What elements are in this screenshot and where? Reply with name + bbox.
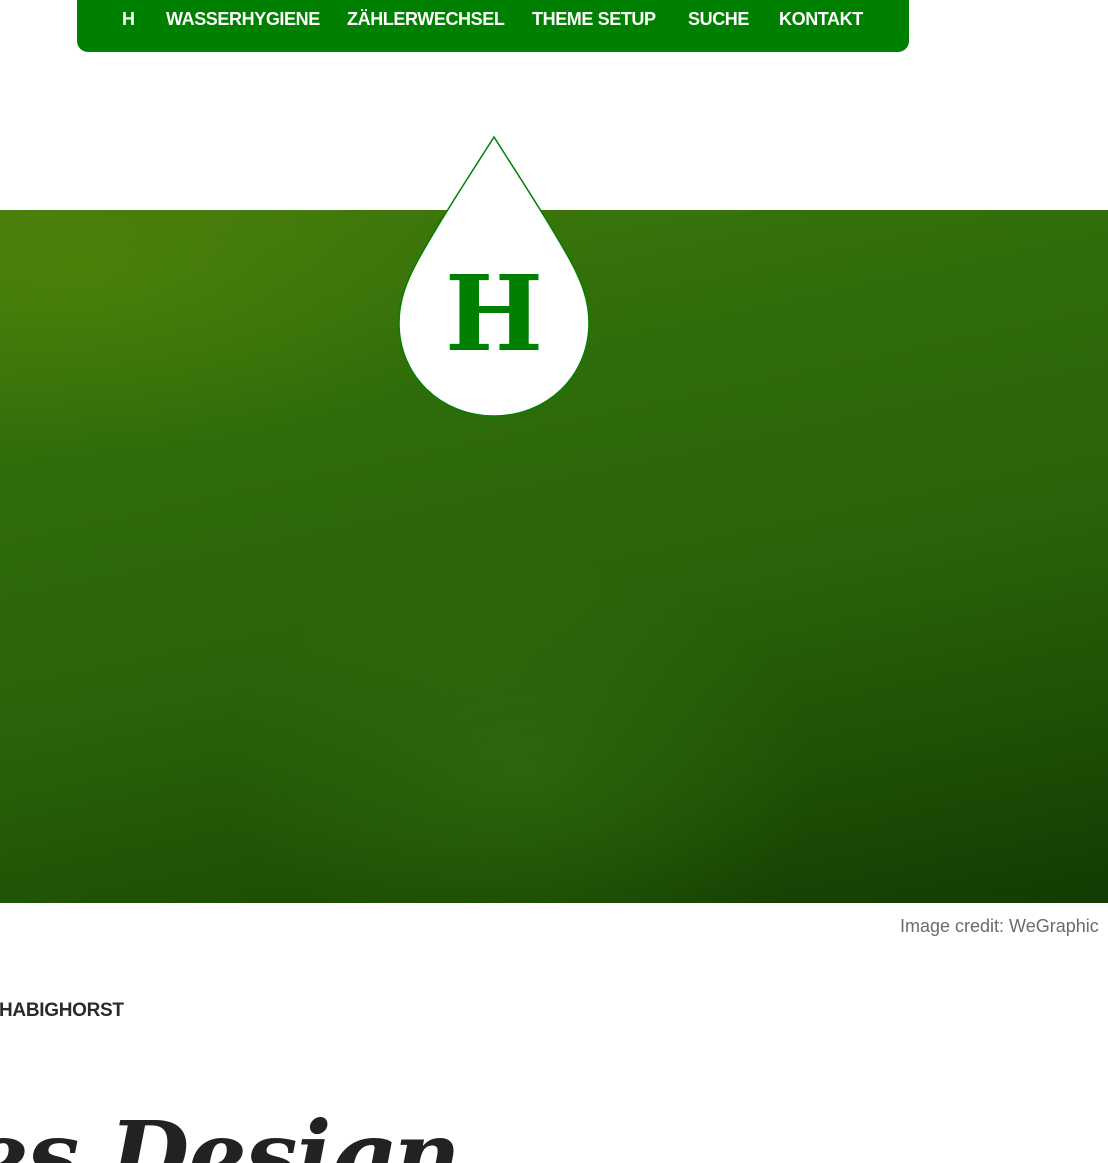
page: H WASSERHYGIENE ZÄHLERWECHSEL THEME SETU… (0, 0, 1108, 1163)
post-title[interactable]: es Design (0, 1100, 461, 1163)
nav-item-wasserhygiene[interactable]: WASSERHYGIENE (166, 9, 320, 29)
nav-item-home[interactable]: H (122, 9, 135, 29)
nav-item-kontakt[interactable]: KONTAKT (779, 9, 863, 29)
nav-item-zaehlerwechsel[interactable]: ZÄHLERWECHSEL (347, 9, 505, 29)
author-name[interactable]: HABIGHORST (0, 1000, 124, 1022)
logo-letter[interactable]: H (396, 254, 592, 374)
image-credit: Image credit: WeGraphic (900, 916, 1099, 936)
main-navigation: H WASSERHYGIENE ZÄHLERWECHSEL THEME SETU… (77, 0, 909, 52)
nav-item-theme-setup[interactable]: THEME SETUP (532, 9, 656, 29)
nav-item-suche[interactable]: SUCHE (688, 9, 749, 29)
